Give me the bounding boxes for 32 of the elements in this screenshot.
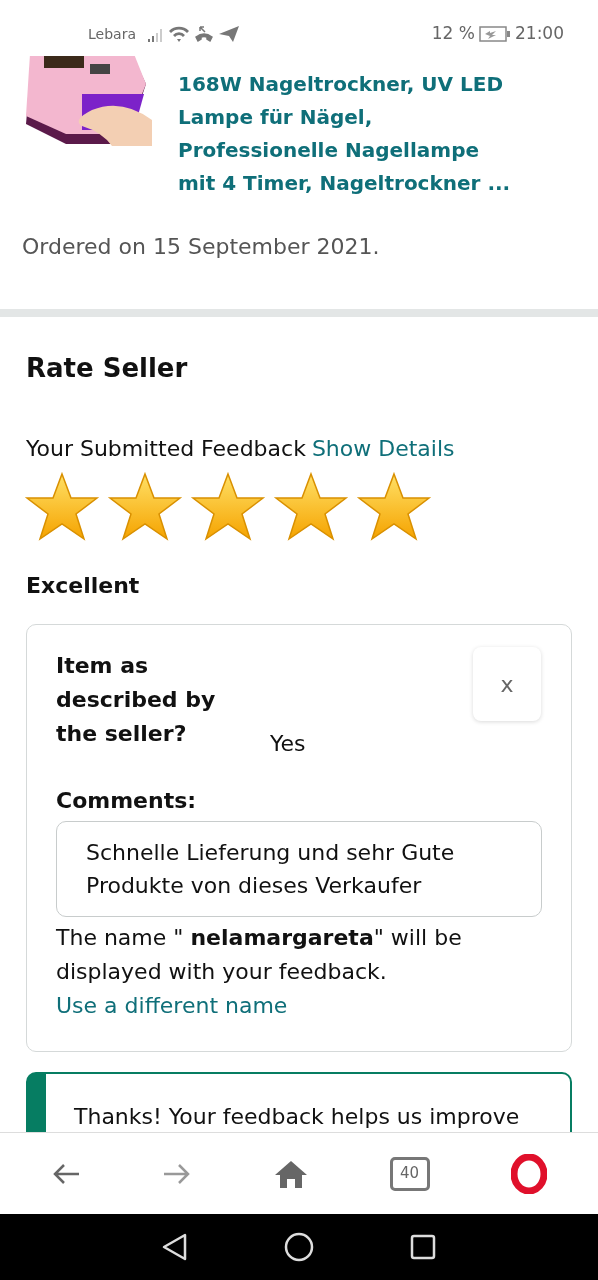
- clock: 21:00: [515, 22, 564, 46]
- comment-field[interactable]: Schnelle Lieferung und sehr Gute Produkte von dieses Verkaufer: [56, 821, 542, 917]
- star-icon: [107, 471, 183, 543]
- section-heading: Rate Seller: [26, 352, 189, 385]
- back-nav-icon[interactable]: [162, 1233, 188, 1261]
- battery-percent: 12 %: [431, 22, 475, 46]
- question-label: Item as described by the seller?: [56, 652, 217, 748]
- battery-icon: [479, 26, 511, 42]
- carrier-name: Lebara: [88, 24, 136, 44]
- answer-text: Yes: [270, 730, 306, 758]
- home-nav-icon[interactable]: [284, 1232, 314, 1262]
- missed-call-icon: [193, 25, 214, 43]
- different-name-link[interactable]: Use a different name: [56, 993, 288, 1018]
- opera-logo-icon[interactable]: [511, 1153, 548, 1194]
- product-title[interactable]: 168W Nageltrockner, UV LED Lampe für Nägel, Professionelle Nagellampe mit 4 Timer, Nageltrockner ...: [178, 56, 523, 200]
- rating-label: Excellent: [26, 572, 141, 600]
- order-date: Ordered on 15 September 2021.: [21, 233, 381, 261]
- send-icon: [217, 25, 240, 43]
- comments-label: Comments:: [56, 787, 198, 815]
- star-icon: [190, 471, 266, 543]
- close-button[interactable]: x: [473, 647, 541, 721]
- show-details-link[interactable]: Show Details: [311, 432, 455, 465]
- star-icon: [24, 471, 100, 543]
- feedback-label: Your Submitted Feedback: [26, 435, 306, 463]
- name-notice: The name " nelamargareta" will be displayed with your feedback. Use a different name: [56, 924, 463, 1020]
- recents-nav-icon[interactable]: [410, 1234, 436, 1260]
- wifi-icon: [167, 25, 190, 43]
- star-icon: [356, 471, 432, 543]
- notice-text: Thanks! Your feedback helps us improve: [74, 1103, 521, 1131]
- home-icon[interactable]: [274, 1158, 308, 1189]
- star-icon: [273, 471, 349, 543]
- tabs-button[interactable]: 40: [389, 1156, 430, 1191]
